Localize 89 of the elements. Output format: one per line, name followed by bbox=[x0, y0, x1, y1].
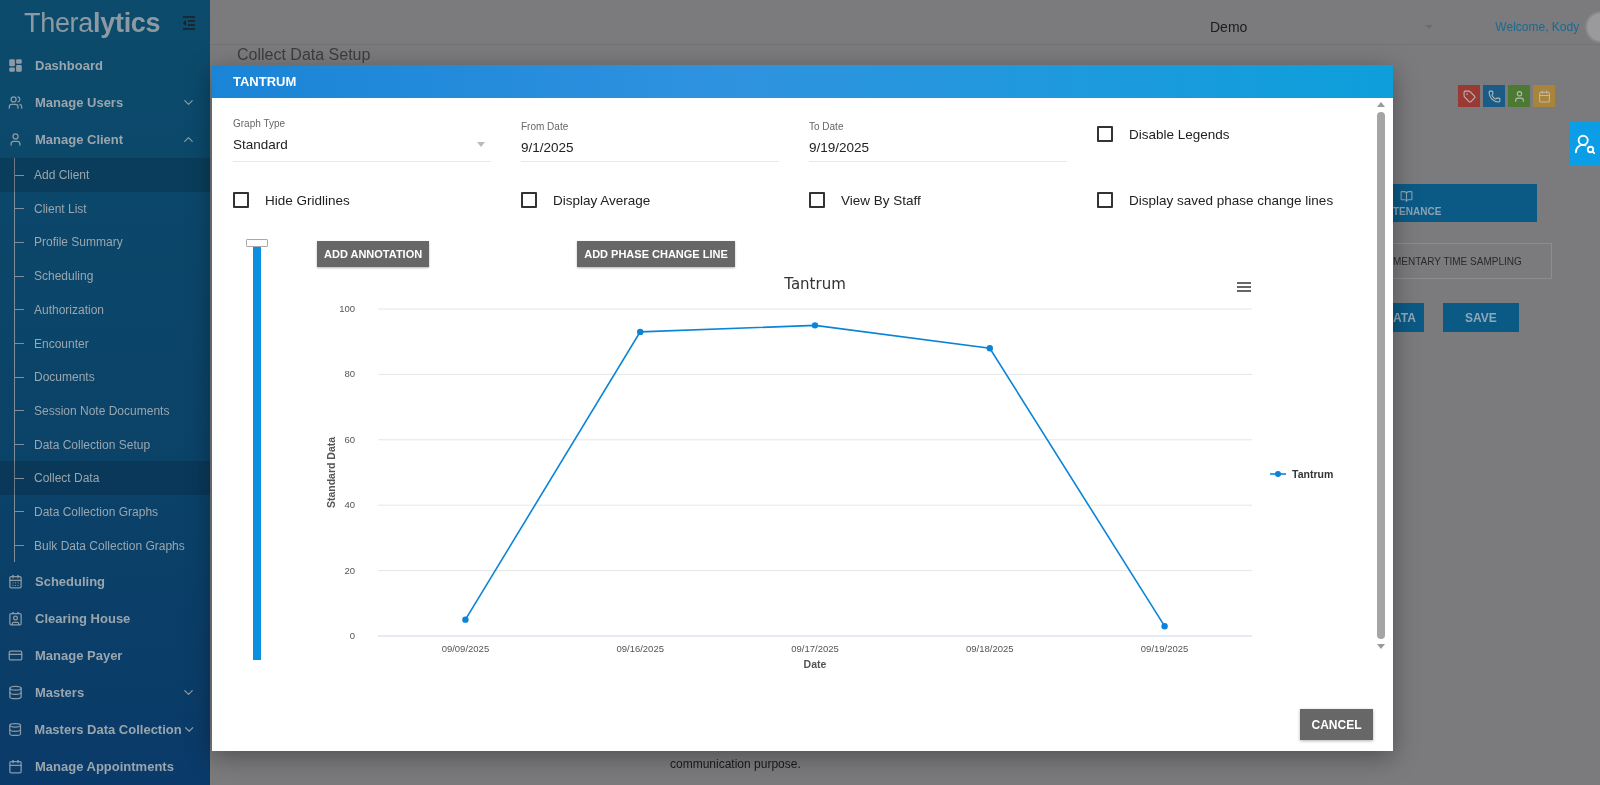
data-point bbox=[637, 328, 644, 336]
tag-icon[interactable] bbox=[1458, 85, 1480, 107]
calendar-icon bbox=[8, 573, 23, 589]
sidebar-item[interactable]: Manage Client bbox=[0, 121, 210, 159]
add-annotation-button[interactable]: ADD ANNOTATION bbox=[317, 241, 430, 267]
tick-label: 100 bbox=[339, 303, 355, 314]
tick-label: 09/09/2025 bbox=[441, 643, 490, 654]
book-icon bbox=[1400, 189, 1413, 203]
contact-card-icon bbox=[8, 610, 23, 626]
legend-item[interactable]: Tantrum bbox=[1269, 468, 1334, 480]
sidebar-subitem[interactable]: Data Collection Graphs bbox=[0, 495, 210, 529]
sidebar-subitem[interactable]: Client List bbox=[0, 191, 210, 226]
database-icon bbox=[8, 684, 23, 700]
caret-icon bbox=[477, 142, 485, 147]
checkbox-option[interactable]: Display Average bbox=[521, 192, 809, 208]
user-search-button[interactable] bbox=[1569, 122, 1600, 165]
sidebar-item[interactable]: Masters bbox=[0, 673, 210, 711]
chart-title: Tantrum bbox=[784, 275, 846, 293]
welcome-text: Welcome, Kody bbox=[1495, 20, 1580, 34]
calendar-icon bbox=[8, 759, 23, 774]
person-icon[interactable] bbox=[1508, 85, 1530, 107]
user-search-icon bbox=[1573, 132, 1596, 155]
sidebar-subitem[interactable]: Profile Summary bbox=[0, 225, 210, 260]
data-point bbox=[811, 322, 819, 329]
sidebar-subitem[interactable]: Encounter bbox=[0, 326, 210, 361]
card-icon bbox=[8, 647, 23, 663]
checkbox[interactable] bbox=[809, 192, 825, 208]
tick-label: 80 bbox=[344, 368, 355, 380]
checkbox[interactable] bbox=[521, 192, 537, 208]
sidebar-item[interactable]: Manage Payer bbox=[0, 636, 210, 674]
save-button[interactable]: SAVE bbox=[1442, 303, 1519, 332]
data-point bbox=[462, 616, 469, 623]
cancel-button[interactable]: CANCEL bbox=[1300, 709, 1373, 740]
x-axis-label: Date bbox=[803, 658, 827, 670]
database-icon bbox=[8, 721, 23, 737]
user-icon bbox=[8, 132, 23, 148]
tick-label: 40 bbox=[344, 499, 355, 511]
checkbox-option[interactable]: Display saved phase change lines bbox=[1097, 192, 1377, 208]
checkbox[interactable] bbox=[233, 192, 249, 208]
data-point bbox=[986, 345, 993, 352]
sidebar-subitem[interactable]: Scheduling bbox=[0, 259, 210, 293]
add-phase-line-button[interactable]: ADD PHASE CHANGE LINE bbox=[577, 241, 735, 267]
page-title: Collect Data Setup bbox=[237, 45, 372, 64]
sidebar-subitem[interactable]: Add Client bbox=[0, 158, 210, 192]
sidebar-subitem[interactable]: Authorization bbox=[0, 293, 210, 327]
logo: Theralytics bbox=[24, 7, 161, 39]
sidebar-item[interactable]: Dashboard bbox=[0, 46, 210, 85]
sidebar-subitem[interactable]: Bulk Data Collection Graphs bbox=[0, 528, 210, 563]
checkbox-option[interactable]: Disable Legends bbox=[1097, 126, 1377, 142]
tick-label: 09/18/2025 bbox=[966, 643, 1014, 654]
data-point bbox=[1161, 623, 1168, 630]
menu-icon[interactable] bbox=[1237, 282, 1251, 292]
legend-label: Tantrum bbox=[1292, 468, 1334, 480]
body-text: communication purpose. bbox=[670, 757, 802, 771]
tick-label: 09/16/2025 bbox=[616, 643, 664, 654]
date-field[interactable]: From Date 9/1/2025 bbox=[521, 118, 779, 162]
slider-handle[interactable] bbox=[246, 239, 268, 247]
sidebar-subitem[interactable]: Data Collection Setup bbox=[0, 427, 210, 462]
sidebar-item[interactable]: Manage Users bbox=[0, 84, 210, 122]
checkbox[interactable] bbox=[1097, 126, 1113, 142]
date-field[interactable]: To Date 9/19/2025 bbox=[809, 118, 1067, 162]
sidebar-subitem[interactable]: Documents bbox=[0, 360, 210, 395]
sidebar-subitem[interactable]: Collect Data bbox=[0, 461, 210, 496]
tick-label: 0 bbox=[349, 630, 355, 641]
location-select[interactable]: Demo bbox=[1210, 19, 1248, 35]
y-axis-label: Standard Data bbox=[325, 436, 337, 509]
method-field[interactable]: MENTARY TIME SAMPLING bbox=[1393, 243, 1552, 279]
sidebar-item[interactable]: Clearing House bbox=[0, 599, 210, 637]
tick-label: 20 bbox=[344, 564, 355, 576]
sidebar-item[interactable]: Scheduling bbox=[0, 562, 210, 600]
calendar-icon[interactable] bbox=[1533, 85, 1555, 107]
dashboard-icon bbox=[8, 58, 23, 73]
checkbox[interactable] bbox=[1097, 192, 1113, 208]
sidebar-item[interactable]: Masters Data Collection bbox=[0, 710, 210, 748]
sidebar-subitem[interactable]: Session Note Documents bbox=[0, 394, 210, 428]
tab[interactable]: TENANCE bbox=[1393, 184, 1537, 222]
tick-label: 60 bbox=[344, 433, 355, 445]
phone-icon[interactable] bbox=[1483, 85, 1505, 107]
users-icon bbox=[8, 95, 23, 111]
checkbox-option[interactable]: View By Staff bbox=[809, 192, 1097, 208]
checkbox-option[interactable]: Hide Gridlines bbox=[233, 192, 521, 208]
sidebar-item[interactable]: Manage Appointments bbox=[0, 747, 210, 785]
select-field[interactable]: Graph Type Standard bbox=[233, 118, 491, 162]
zoom-slider[interactable] bbox=[246, 241, 268, 663]
collapse-menu-icon[interactable] bbox=[182, 16, 197, 31]
tick-label: 09/19/2025 bbox=[1140, 643, 1189, 654]
dialog-title: TANTRUM bbox=[212, 65, 1393, 98]
tick-label: 09/17/2025 bbox=[791, 643, 839, 654]
data-button[interactable]: ATA bbox=[1393, 303, 1424, 332]
